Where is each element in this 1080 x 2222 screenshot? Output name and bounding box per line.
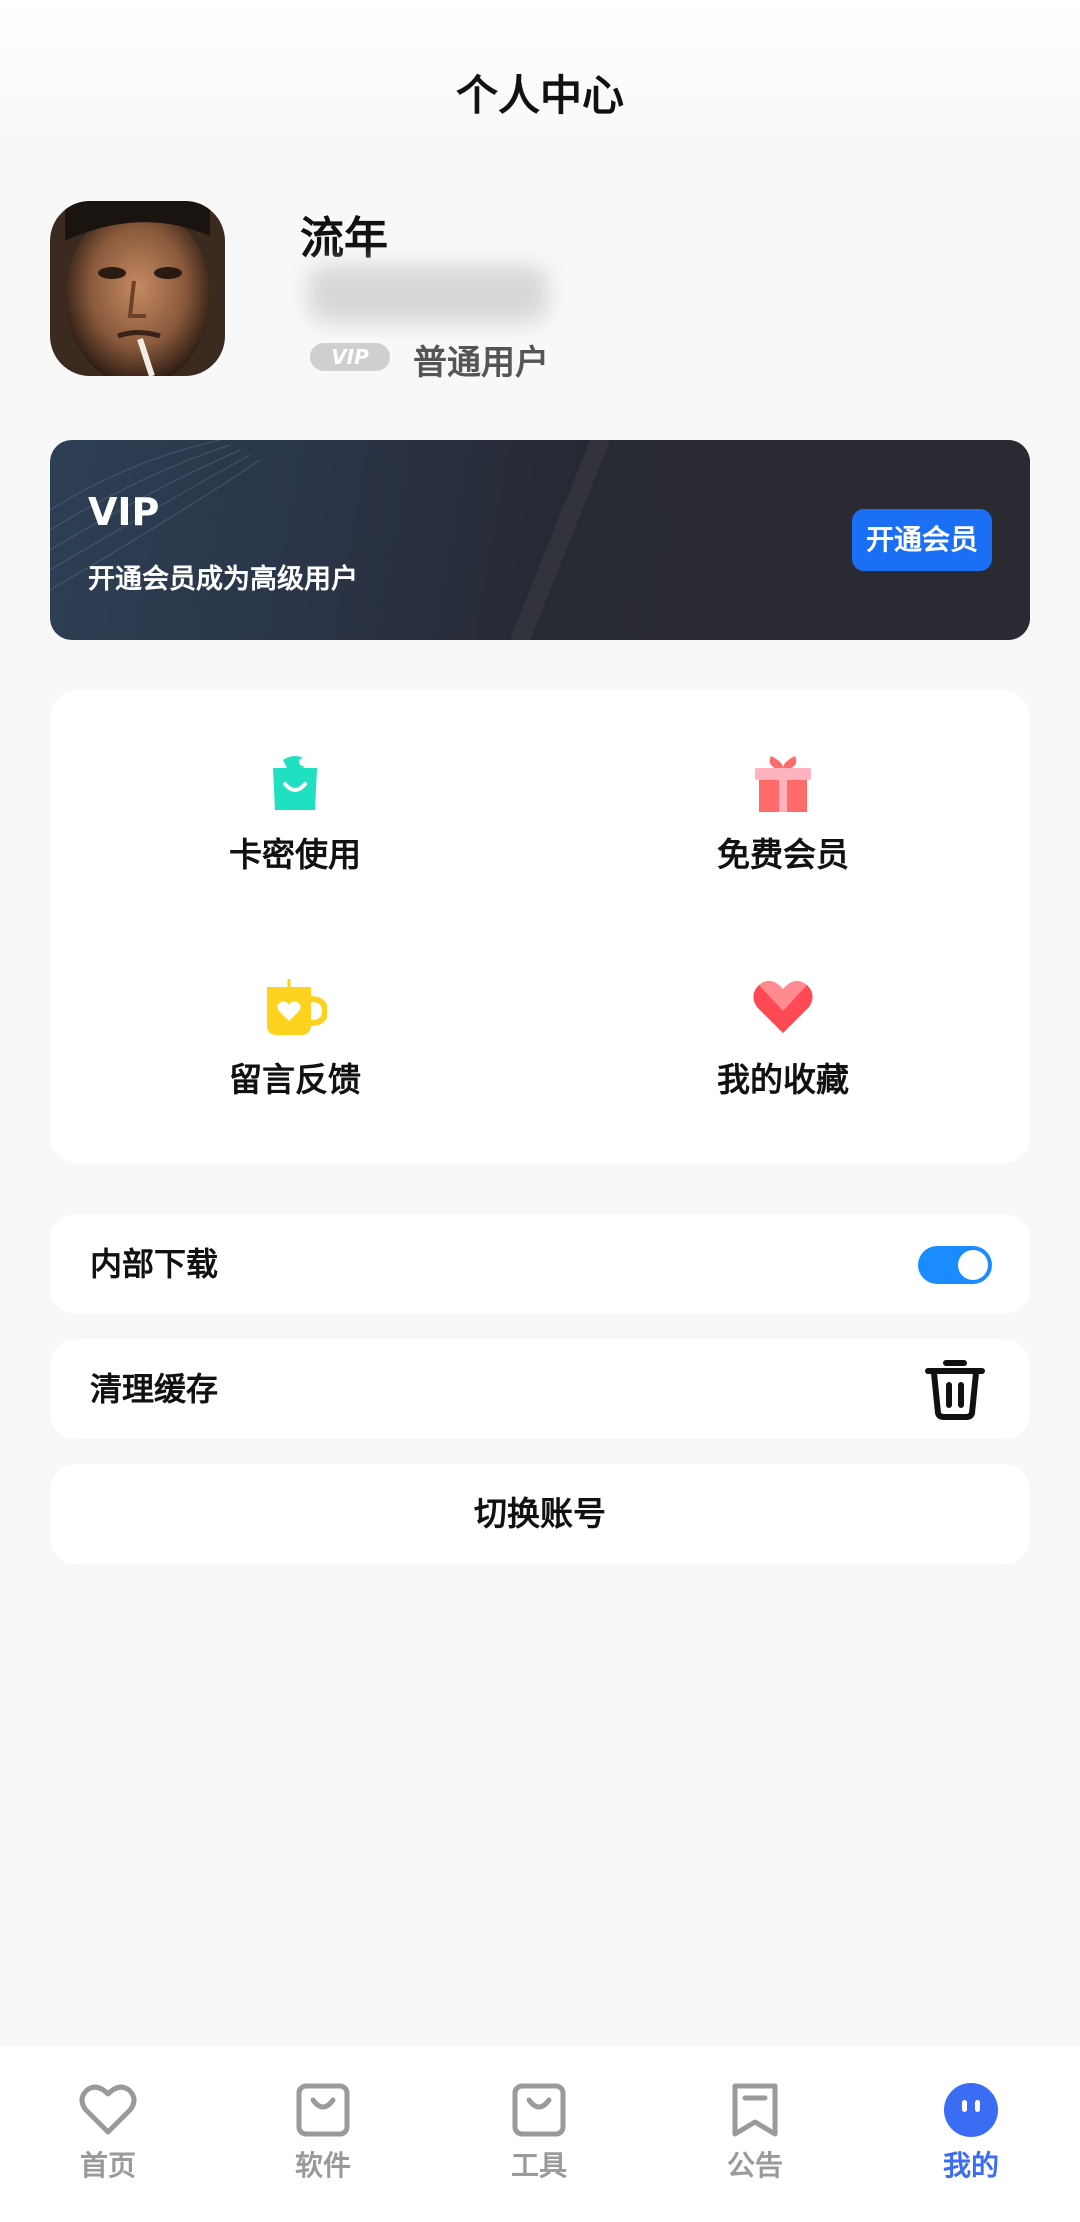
vip-subtitle: 开通会员成为高级用户 xyxy=(88,564,358,595)
vip-banner[interactable]: VIP 开通会员成为高级用户 开通会员 xyxy=(50,440,1030,640)
bookmark-outline-icon xyxy=(732,2083,778,2137)
clear-cache-label: 清理缓存 xyxy=(90,1370,219,1408)
nav-item-notices[interactable]: 公告 xyxy=(695,2082,815,2184)
grid-item-label: 我的收藏 xyxy=(717,1060,849,1099)
user-level: 普通用户 xyxy=(413,343,549,383)
nav-item-tools[interactable]: 工具 xyxy=(479,2082,599,2184)
heart-outline-icon xyxy=(79,2084,137,2135)
grid-item-favorites[interactable]: 我的收藏 xyxy=(633,975,933,1101)
nav-label: 我的 xyxy=(942,2149,999,2182)
feature-grid: 卡密使用 免费会员 留言反馈 我的收藏 xyxy=(50,690,1030,1164)
toggle-knob xyxy=(958,1250,988,1280)
grid-item-label: 卡密使用 xyxy=(229,835,361,874)
grid-item-label: 免费会员 xyxy=(717,835,849,874)
grid-item-free-vip[interactable]: 免费会员 xyxy=(633,750,933,876)
cup-heart-icon xyxy=(267,979,327,1035)
nav-item-mine[interactable]: 我的 xyxy=(911,2082,1031,2184)
nav-item-home[interactable]: 首页 xyxy=(48,2082,168,2184)
grid-item-label: 留言反馈 xyxy=(229,1060,361,1099)
switch-account-button[interactable]: 切换账号 xyxy=(50,1464,1030,1564)
internal-download-label: 内部下载 xyxy=(90,1245,219,1283)
nav-label: 公告 xyxy=(726,2149,783,2182)
open-membership-button[interactable]: 开通会员 xyxy=(852,509,992,571)
user-id-blurred: *** **** xyxy=(308,265,548,323)
bag-outline-icon xyxy=(512,2083,566,2137)
grid-item-card-key[interactable]: 卡密使用 xyxy=(145,750,445,876)
vip-badge: VIP xyxy=(310,343,390,371)
bottom-nav: 首页 软件 工具 公告 我的 xyxy=(0,2046,1080,2222)
gift-icon xyxy=(755,756,811,812)
username: 流年 xyxy=(300,213,388,264)
setting-clear-cache[interactable]: 清理缓存 xyxy=(50,1339,1030,1439)
face-icon xyxy=(944,2083,998,2137)
setting-internal-download: 内部下载 xyxy=(50,1214,1030,1314)
bag-outline-icon xyxy=(296,2083,350,2137)
nav-label: 首页 xyxy=(79,2149,136,2182)
grid-item-feedback[interactable]: 留言反馈 xyxy=(145,975,445,1101)
vip-title: VIP xyxy=(88,490,160,534)
internal-download-toggle[interactable] xyxy=(918,1246,992,1284)
switch-account-label: 切换账号 xyxy=(474,1494,606,1533)
heart-icon xyxy=(753,980,813,1033)
nav-item-software[interactable]: 软件 xyxy=(263,2082,383,2184)
page-title: 个人中心 xyxy=(455,71,624,120)
nav-label: 软件 xyxy=(294,2149,351,2182)
shopping-bag-icon xyxy=(273,756,317,810)
trash-icon[interactable] xyxy=(924,1357,986,1421)
nav-label: 工具 xyxy=(510,2149,567,2182)
avatar[interactable] xyxy=(50,201,225,376)
